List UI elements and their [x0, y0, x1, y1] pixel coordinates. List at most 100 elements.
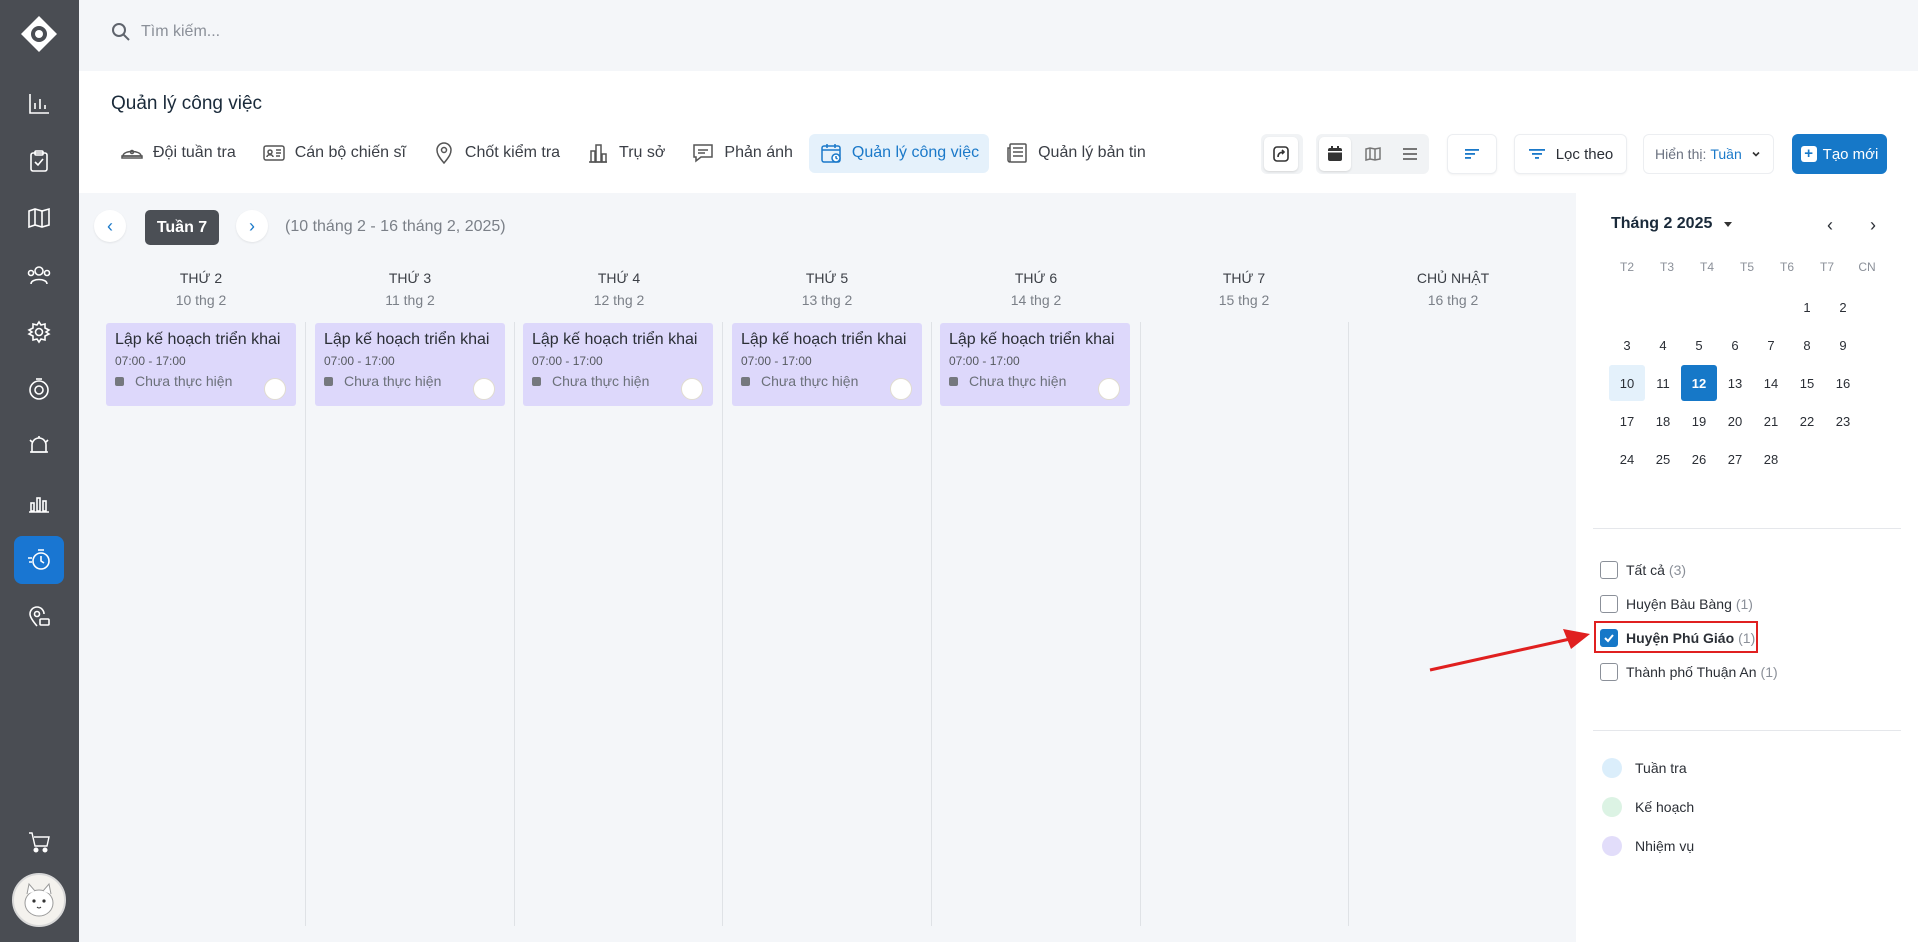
filter-label: Lọc theo [1555, 145, 1614, 163]
checkbox[interactable] [1600, 663, 1618, 681]
mini-calendar-day[interactable]: 5 [1681, 327, 1717, 363]
filter-all[interactable]: Tất cả (3) [1600, 561, 1686, 579]
search-input[interactable] [141, 23, 541, 41]
event-card[interactable]: Lập kế hoạch triển khai 07:00 - 17:00 Ch… [732, 323, 922, 406]
rail-alarm-icon[interactable] [14, 422, 64, 470]
mini-calendar-day[interactable]: 28 [1753, 441, 1789, 477]
event-card[interactable]: Lập kế hoạch triển khai 07:00 - 17:00 Ch… [940, 323, 1130, 406]
column-divider [722, 322, 723, 926]
mini-calendar-day[interactable]: 10 [1609, 365, 1645, 401]
mini-calendar-day[interactable]: 26 [1681, 441, 1717, 477]
rail-map-icon[interactable] [14, 194, 64, 242]
filter-count: (1) [1735, 596, 1753, 612]
mini-calendar-day[interactable]: 7 [1753, 327, 1789, 363]
mini-calendar-day-selected[interactable]: 12 [1681, 365, 1717, 401]
calendar-view-button[interactable] [1319, 137, 1351, 171]
event-card[interactable]: Lập kế hoạch triển khai 07:00 - 17:00 Ch… [106, 323, 296, 406]
filter-thuan-an[interactable]: Thành phố Thuận An (1) [1600, 663, 1778, 681]
rail-timer-icon[interactable] [14, 365, 64, 413]
map-view-button[interactable] [1357, 137, 1389, 171]
mini-calendar-day[interactable]: 19 [1681, 403, 1717, 439]
mini-calendar-title[interactable]: Tháng 2 2025 [1611, 215, 1734, 233]
mini-calendar-day[interactable]: 21 [1753, 403, 1789, 439]
rail-location-car-icon[interactable] [14, 593, 64, 641]
mini-calendar-day[interactable]: 18 [1645, 403, 1681, 439]
mini-calendar-day[interactable]: 23 [1825, 403, 1861, 439]
legend-dot [1602, 758, 1622, 778]
checkbox[interactable] [1600, 561, 1618, 579]
event-title: Lập kế hoạch triển khai [324, 331, 490, 348]
event-status: Chưa thực hiện [115, 373, 287, 389]
tab-label: Quản lý công việc [851, 144, 980, 161]
rail-stats-icon[interactable] [14, 80, 64, 128]
list-view-icon [1403, 148, 1418, 160]
tab-news-management[interactable]: Quản lý bản tin [995, 134, 1156, 173]
mini-calendar-day[interactable]: 2 [1825, 289, 1861, 325]
mini-calendar-day[interactable]: 17 [1609, 403, 1645, 439]
display-mode-select[interactable]: Hiển thị: Tuần [1643, 134, 1774, 174]
event-title: Lập kế hoạch triển khai [532, 331, 698, 348]
prev-week-button[interactable]: ‹ [94, 210, 126, 242]
mini-calendar-day[interactable]: 4 [1645, 327, 1681, 363]
mini-calendar-day[interactable]: 8 [1789, 327, 1825, 363]
legend-label: Kế hoạch [1635, 799, 1695, 815]
next-month-button[interactable]: › [1870, 215, 1876, 236]
event-status-label: Chưa thực hiện [344, 373, 442, 389]
tab-headquarters[interactable]: Trụ sở [576, 134, 675, 173]
mini-calendar-day[interactable]: 16 [1825, 365, 1861, 401]
event-title: Lập kế hoạch triển khai [115, 331, 281, 348]
tab-checkpoint[interactable]: Chốt kiểm tra [422, 134, 570, 173]
legend-dot [1602, 836, 1622, 856]
calendar-icon [821, 144, 841, 163]
sort-button[interactable] [1447, 134, 1497, 174]
rail-team-icon[interactable] [14, 251, 64, 299]
mini-calendar-day[interactable]: 3 [1609, 327, 1645, 363]
create-new-button[interactable]: + Tạo mới [1792, 134, 1887, 174]
mini-calendar-day[interactable]: 11 [1645, 365, 1681, 401]
tab-feedback[interactable]: Phản ánh [681, 134, 803, 173]
event-card[interactable]: Lập kế hoạch triển khai 07:00 - 17:00 Ch… [315, 323, 505, 406]
filter-bau-bang[interactable]: Huyện Bàu Bàng (1) [1600, 595, 1753, 613]
next-week-button[interactable]: › [236, 210, 268, 242]
mini-calendar-day[interactable]: 25 [1645, 441, 1681, 477]
mini-calendar-day[interactable]: 9 [1825, 327, 1861, 363]
tab-label: Quản lý bản tin [1038, 144, 1146, 161]
newspaper-icon [1007, 143, 1027, 163]
filter-button[interactable]: Lọc theo [1514, 134, 1627, 174]
app-logo-icon[interactable] [19, 14, 59, 54]
mini-calendar-day[interactable]: 27 [1717, 441, 1753, 477]
tab-task-management[interactable]: Quản lý công việc [808, 133, 990, 173]
map-view-icon [1364, 147, 1381, 161]
tab-patrol-team[interactable]: Đội tuần tra [110, 134, 246, 173]
mini-calendar-day[interactable]: 1 [1789, 289, 1825, 325]
event-status: Chưa thực hiện [324, 373, 496, 389]
share-button[interactable] [1264, 137, 1298, 171]
user-avatar[interactable] [12, 873, 66, 927]
prev-month-button[interactable]: ‹ [1827, 215, 1833, 236]
checkbox[interactable] [1600, 595, 1618, 613]
rail-chart-icon[interactable] [14, 479, 64, 527]
page-title: Quản lý công việc [111, 93, 263, 114]
mini-calendar-day[interactable]: 24 [1609, 441, 1645, 477]
event-status-label: Chưa thực hiện [135, 373, 233, 389]
legend-label: Tuần tra [1635, 760, 1687, 776]
filter-label: Huyện Bàu Bàng [1626, 596, 1732, 612]
rail-cart-icon[interactable] [14, 818, 64, 866]
mini-calendar-day[interactable]: 14 [1753, 365, 1789, 401]
rail-settings-icon[interactable] [14, 308, 64, 356]
mini-calendar-day[interactable]: 22 [1789, 403, 1825, 439]
list-view-button[interactable] [1394, 137, 1426, 171]
event-card[interactable]: Lập kế hoạch triển khai 07:00 - 17:00 Ch… [523, 323, 713, 406]
rail-clipboard-icon[interactable] [14, 137, 64, 185]
tab-officers[interactable]: Cán bộ chiến sĩ [252, 134, 416, 173]
chevron-down-icon [1752, 151, 1760, 157]
status-square-icon [115, 376, 124, 386]
mini-calendar-day[interactable]: 6 [1717, 327, 1753, 363]
legend-item-mission: Nhiệm vụ [1602, 836, 1694, 856]
mini-calendar-day[interactable]: 20 [1717, 403, 1753, 439]
rail-task-timer-icon[interactable] [14, 536, 64, 584]
mini-calendar-day[interactable]: 13 [1717, 365, 1753, 401]
filter-count: (1) [1760, 664, 1778, 680]
event-status: Chưa thực hiện [741, 373, 913, 389]
mini-calendar-day[interactable]: 15 [1789, 365, 1825, 401]
